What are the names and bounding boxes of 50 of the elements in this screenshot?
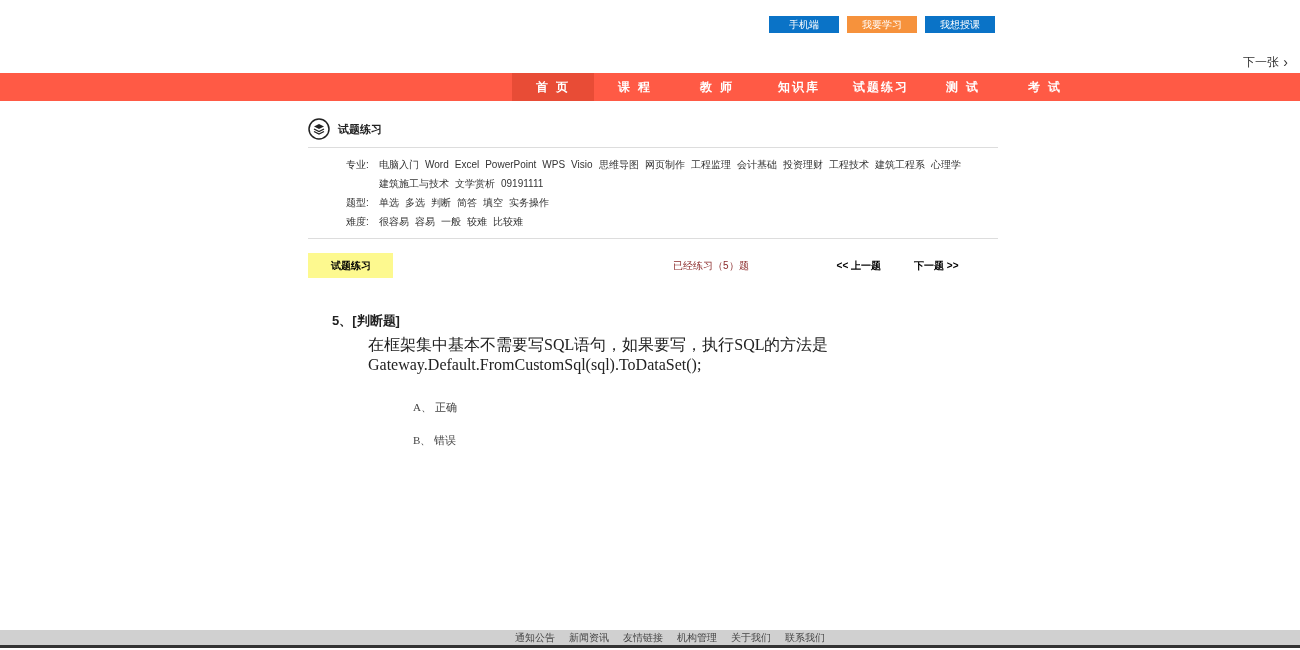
filter-option[interactable]: Visio — [571, 158, 593, 171]
filter-option[interactable]: 比较难 — [493, 215, 523, 228]
filter-option[interactable]: Word — [425, 158, 449, 171]
footer-link[interactable]: 关于我们 — [731, 630, 771, 645]
question-text: 在框架集中基本不需要写SQL语句，如果要写，执行SQL的方法是 Gateway.Default.FromCustomSql(sql).ToDataSet(); — [368, 334, 830, 375]
header-button[interactable]: 手机端 — [769, 16, 839, 33]
layers-icon — [308, 118, 330, 140]
filter-option[interactable]: 实务操作 — [509, 196, 549, 209]
next-question-link[interactable]: 下一题 >> — [914, 258, 959, 273]
filter-option[interactable]: 很容易 — [379, 215, 409, 228]
footer-link[interactable]: 友情链接 — [623, 630, 663, 645]
footer-link[interactable]: 联系我们 — [785, 630, 825, 645]
answer-option[interactable]: B、 错误 — [413, 432, 998, 449]
filter-option[interactable]: 思维导图 — [598, 158, 639, 171]
footer-link[interactable]: 新闻资讯 — [569, 630, 609, 645]
filter-option[interactable]: 较难 — [467, 215, 487, 228]
footer-link[interactable]: 通知公告 — [515, 630, 555, 645]
filter-option[interactable]: PowerPoint — [485, 158, 537, 171]
nav-tab[interactable]: 首 页 — [512, 73, 594, 101]
progress-count: 已经练习（5）题 — [673, 259, 749, 273]
filter-option[interactable]: 工程监理 — [690, 158, 731, 171]
filter-option[interactable]: 多选 — [405, 196, 425, 209]
previous-question-link[interactable]: << 上一题 — [836, 258, 882, 273]
section-title: 试题练习 — [338, 121, 382, 137]
filter-option[interactable]: 工程技术 — [828, 158, 869, 171]
filter-option[interactable]: 文学赏析 — [455, 177, 495, 190]
filter-option[interactable]: 电脑入门 — [379, 158, 419, 171]
filter-option[interactable]: 单选 — [379, 196, 399, 209]
question-heading: 5、[判断题] — [332, 312, 401, 330]
filter-option[interactable]: 09191111 — [501, 177, 544, 190]
filter-option[interactable]: 判断 — [431, 196, 451, 209]
filter-label: 题型: — [346, 196, 370, 209]
filter-option[interactable]: 简答 — [457, 196, 477, 209]
filter-option[interactable]: 一般 — [441, 215, 461, 228]
filter-option[interactable]: 网页制作 — [644, 158, 685, 171]
filter-option[interactable]: 投资理财 — [782, 158, 823, 171]
header-button[interactable]: 我想授课 — [925, 16, 995, 33]
answer-option[interactable]: A、 正确 — [413, 398, 998, 415]
filter-label: 难度: — [346, 215, 370, 228]
filter-option[interactable]: 建筑施工与技术 — [379, 177, 449, 190]
filter-option[interactable]: 容易 — [415, 215, 435, 228]
filter-option[interactable]: WPS — [542, 158, 566, 171]
filter-option[interactable]: 填空 — [483, 196, 503, 209]
filter-option[interactable]: 建筑工程系 — [874, 158, 925, 171]
filter-option[interactable]: 会计基础 — [736, 158, 777, 171]
footer-link[interactable]: 机构管理 — [677, 630, 717, 645]
practice-tag: 试题练习 — [308, 253, 393, 278]
filter-label: 专业: — [346, 158, 370, 172]
filter-option[interactable]: Excel — [454, 158, 480, 171]
filter-option[interactable]: 心理学 — [930, 158, 961, 171]
